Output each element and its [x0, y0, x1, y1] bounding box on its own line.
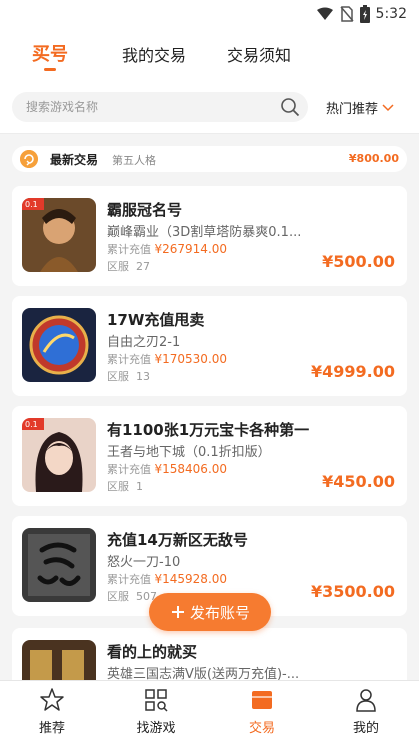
charge-value: ¥145928.00: [154, 572, 228, 586]
game-thumbnail: [22, 308, 96, 382]
latest-trade-game: 第五人格: [112, 154, 156, 167]
latest-trade-banner[interactable]: 最新交易 第五人格 ¥800.00: [12, 146, 407, 172]
listing-charge: 累计充值 ¥145928.00: [107, 571, 227, 587]
listing-card[interactable]: 0.1 霸服冠名号 巅峰霸业（3D割草塔防暴爽0.1... 累计充值 ¥2679…: [12, 186, 407, 286]
star-icon: [40, 688, 64, 711]
charge-label: 累计充值: [107, 463, 151, 476]
bottom-tab-label: 交易: [248, 721, 275, 736]
listing-title: 充值14万新区无敌号: [107, 531, 248, 549]
search-row: 热门推荐: [0, 82, 419, 134]
game-thumbnail: 0.1: [22, 198, 96, 272]
publish-label: 发布账号: [189, 603, 250, 622]
latest-trade-price: ¥800.00: [348, 152, 399, 165]
search-input[interactable]: [26, 97, 266, 117]
bottom-tab-label: 找游戏: [136, 721, 176, 736]
bottom-tab-label: 推荐: [38, 721, 65, 736]
publish-account-button[interactable]: 发布账号: [149, 593, 271, 631]
search-box[interactable]: [12, 92, 308, 122]
listing-price: ¥450.00: [322, 472, 395, 491]
clock: 5:32: [375, 6, 407, 22]
listing-card[interactable]: 0.1 有1100张1万元宝卡各种第一 王者与地下城（0.1折扣版） 累计充值 …: [12, 406, 407, 506]
plus-icon: [171, 606, 184, 618]
tab-label: 买号: [32, 44, 68, 65]
status-bar: 5:32: [0, 0, 419, 28]
listing-server: 区服 1: [107, 478, 143, 494]
listing-price: ¥3500.00: [310, 582, 395, 601]
tab-my-trades[interactable]: 我的交易: [122, 42, 186, 66]
bottom-tab-bar: 推荐 找游戏 交易 我的: [0, 680, 419, 744]
listing-game: 自由之刃2-1: [107, 335, 181, 350]
search-icon[interactable]: [280, 97, 300, 117]
active-tab-indicator: [44, 68, 56, 71]
server-value: 13: [136, 370, 150, 383]
no-sim-icon: [339, 6, 354, 22]
server-label: 区服: [107, 590, 129, 603]
wifi-icon: [316, 7, 333, 20]
listing-price: ¥4999.00: [310, 362, 395, 381]
listing-game: 怒火一刀-10: [107, 555, 181, 570]
listing-server: 区服 27: [107, 258, 150, 274]
game-thumbnail: 0.1: [22, 418, 96, 492]
person-icon: [356, 689, 376, 712]
listing-charge: 累计充值 ¥267914.00: [107, 241, 227, 257]
top-tabs: 买号 我的交易 交易须知: [0, 28, 419, 82]
game-thumbnail: [22, 528, 96, 602]
listing-charge: 累计充值 ¥158406.00: [107, 461, 227, 477]
charge-label: 累计充值: [107, 243, 151, 256]
server-label: 区服: [107, 370, 129, 383]
listing-game: 巅峰霸业（3D割草塔防暴爽0.1...: [107, 225, 302, 240]
server-value: 1: [136, 480, 143, 493]
charge-label: 累计充值: [107, 353, 151, 366]
bottom-tab-find-game[interactable]: 找游戏: [126, 687, 186, 736]
tab-label: 交易须知: [227, 46, 292, 65]
tab-trade-notice[interactable]: 交易须知: [227, 42, 291, 66]
listing-title: 霸服冠名号: [107, 201, 183, 219]
server-label: 区服: [107, 480, 129, 493]
battery-icon: [359, 5, 370, 23]
latest-trade-title: 最新交易: [50, 153, 99, 167]
tab-buy-account[interactable]: 买号: [32, 40, 68, 71]
server-value: 27: [136, 260, 150, 273]
charge-label: 累计充值: [107, 573, 151, 586]
charge-value: ¥158406.00: [154, 462, 228, 476]
listing-charge: 累计充值 ¥170530.00: [107, 351, 227, 367]
listing-title: 17W充值甩卖: [107, 311, 205, 329]
chevron-down-icon: [382, 103, 394, 111]
charge-value: ¥267914.00: [154, 242, 228, 256]
listing-game: 王者与地下城（0.1折扣版）: [107, 445, 271, 460]
listing-price: ¥500.00: [322, 252, 395, 271]
trade-badge-icon: [20, 150, 38, 168]
bottom-tab-mine[interactable]: 我的: [336, 687, 396, 736]
trade-box-icon: [252, 691, 272, 709]
server-label: 区服: [107, 260, 129, 273]
bottom-tab-trade[interactable]: 交易: [232, 687, 292, 736]
sort-label: 热门推荐: [326, 102, 379, 117]
listing-server: 区服 507: [107, 588, 157, 604]
bottom-tab-label: 我的: [352, 721, 379, 736]
grid-search-icon: [145, 689, 168, 712]
svg-text:0.1: 0.1: [25, 420, 38, 429]
status-icons: 5:32: [316, 5, 407, 23]
listing-card[interactable]: 17W充值甩卖 自由之刃2-1 累计充值 ¥170530.00 区服 13 ¥4…: [12, 296, 407, 396]
listing-title: 有1100张1万元宝卡各种第一: [107, 421, 310, 439]
sort-dropdown[interactable]: 热门推荐: [326, 98, 394, 117]
listing-server: 区服 13: [107, 368, 150, 384]
bottom-tab-recommend[interactable]: 推荐: [22, 687, 82, 736]
tab-label: 我的交易: [122, 46, 187, 65]
svg-text:0.1: 0.1: [25, 200, 38, 209]
charge-value: ¥170530.00: [154, 352, 228, 366]
listing-title: 看的上的就买: [107, 643, 198, 661]
